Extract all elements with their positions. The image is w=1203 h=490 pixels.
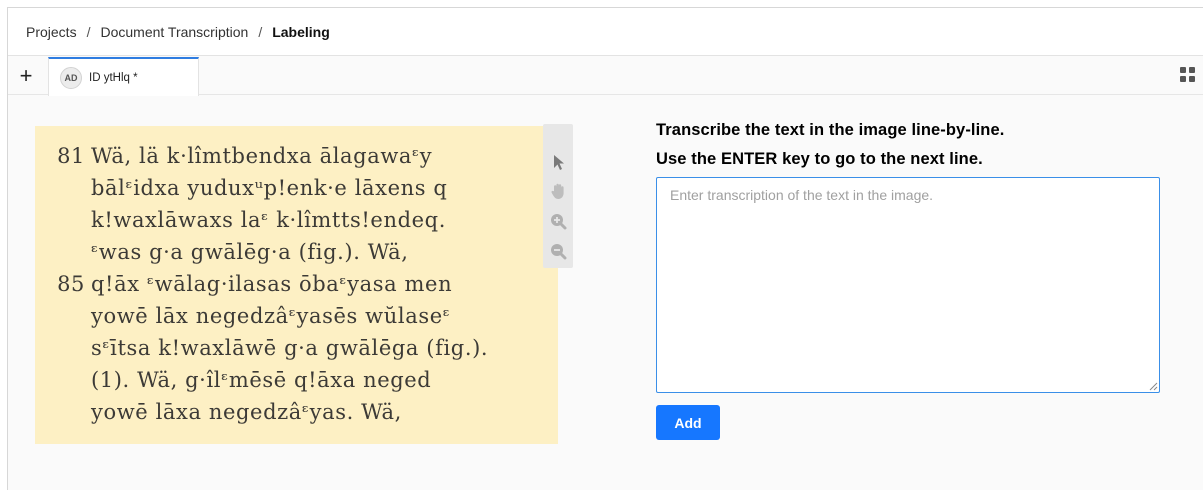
image-line: yowē lāxa negedzâᵋyas. Wä, <box>91 400 402 424</box>
tab-task-ytHlq[interactable]: AD ID ytHlq * <box>48 57 199 96</box>
image-line: sᵋītsa k!waxlāwē g·a gwālēga (fig.). <box>91 336 489 360</box>
image-toolbar <box>543 124 573 268</box>
zoom-out-icon[interactable] <box>547 240 569 262</box>
breadcrumb-projects[interactable]: Projects <box>26 24 77 40</box>
cursor-icon[interactable] <box>547 151 569 173</box>
image-line: 81 Wä, lä k·lîmtbendxa ālagawaᵋy <box>57 144 433 168</box>
breadcrumb-document-transcription[interactable]: Document Transcription <box>100 24 248 40</box>
instruction-line-1: Transcribe the text in the image line-by… <box>656 121 1005 139</box>
resize-handle-icon[interactable] <box>1148 381 1158 391</box>
breadcrumb-labeling: Labeling <box>272 23 330 40</box>
image-line: yowē lāx negedzâᵋyasēs wŭlaseᵋ <box>91 304 451 328</box>
grid-view-icon[interactable] <box>1180 67 1196 83</box>
add-tab-button[interactable]: + <box>12 63 40 89</box>
instruction-line-2: Use the ENTER key to go to the next line… <box>656 150 983 168</box>
breadcrumb-separator: / <box>258 23 263 40</box>
image-line: k!waxlāwaxs laᵋ k·lîmtts!endeq. <box>91 208 446 232</box>
image-line: 85 q!āx ᵋwālag·ilasas ōbaᵋyasa men <box>57 272 453 296</box>
zoom-in-icon[interactable] <box>547 210 569 232</box>
image-line: (1). Wä, g·îlᵋmēsē q!āxa neged <box>91 368 432 392</box>
transcription-input[interactable] <box>656 177 1160 393</box>
hand-icon[interactable] <box>547 180 569 202</box>
avatar: AD <box>60 66 82 89</box>
tab-label: ID ytHlq * <box>89 71 138 84</box>
image-line: ᵋwas g·a gwālēg·a (fig.). Wä, <box>91 240 409 264</box>
tab-bar: + AD ID ytHlq * <box>8 57 1203 96</box>
image-line: bālᵋidxa yuduxᵘp!enk·e lāxens q <box>91 176 448 200</box>
add-button[interactable]: Add <box>656 405 720 440</box>
document-image[interactable]: 81 Wä, lä k·lîmtbendxa ālagawaᵋy bālᵋidxa… <box>35 126 558 444</box>
breadcrumb-separator: / <box>86 23 91 40</box>
breadcrumb: Projects / Document Transcription / Labe… <box>8 8 1203 56</box>
